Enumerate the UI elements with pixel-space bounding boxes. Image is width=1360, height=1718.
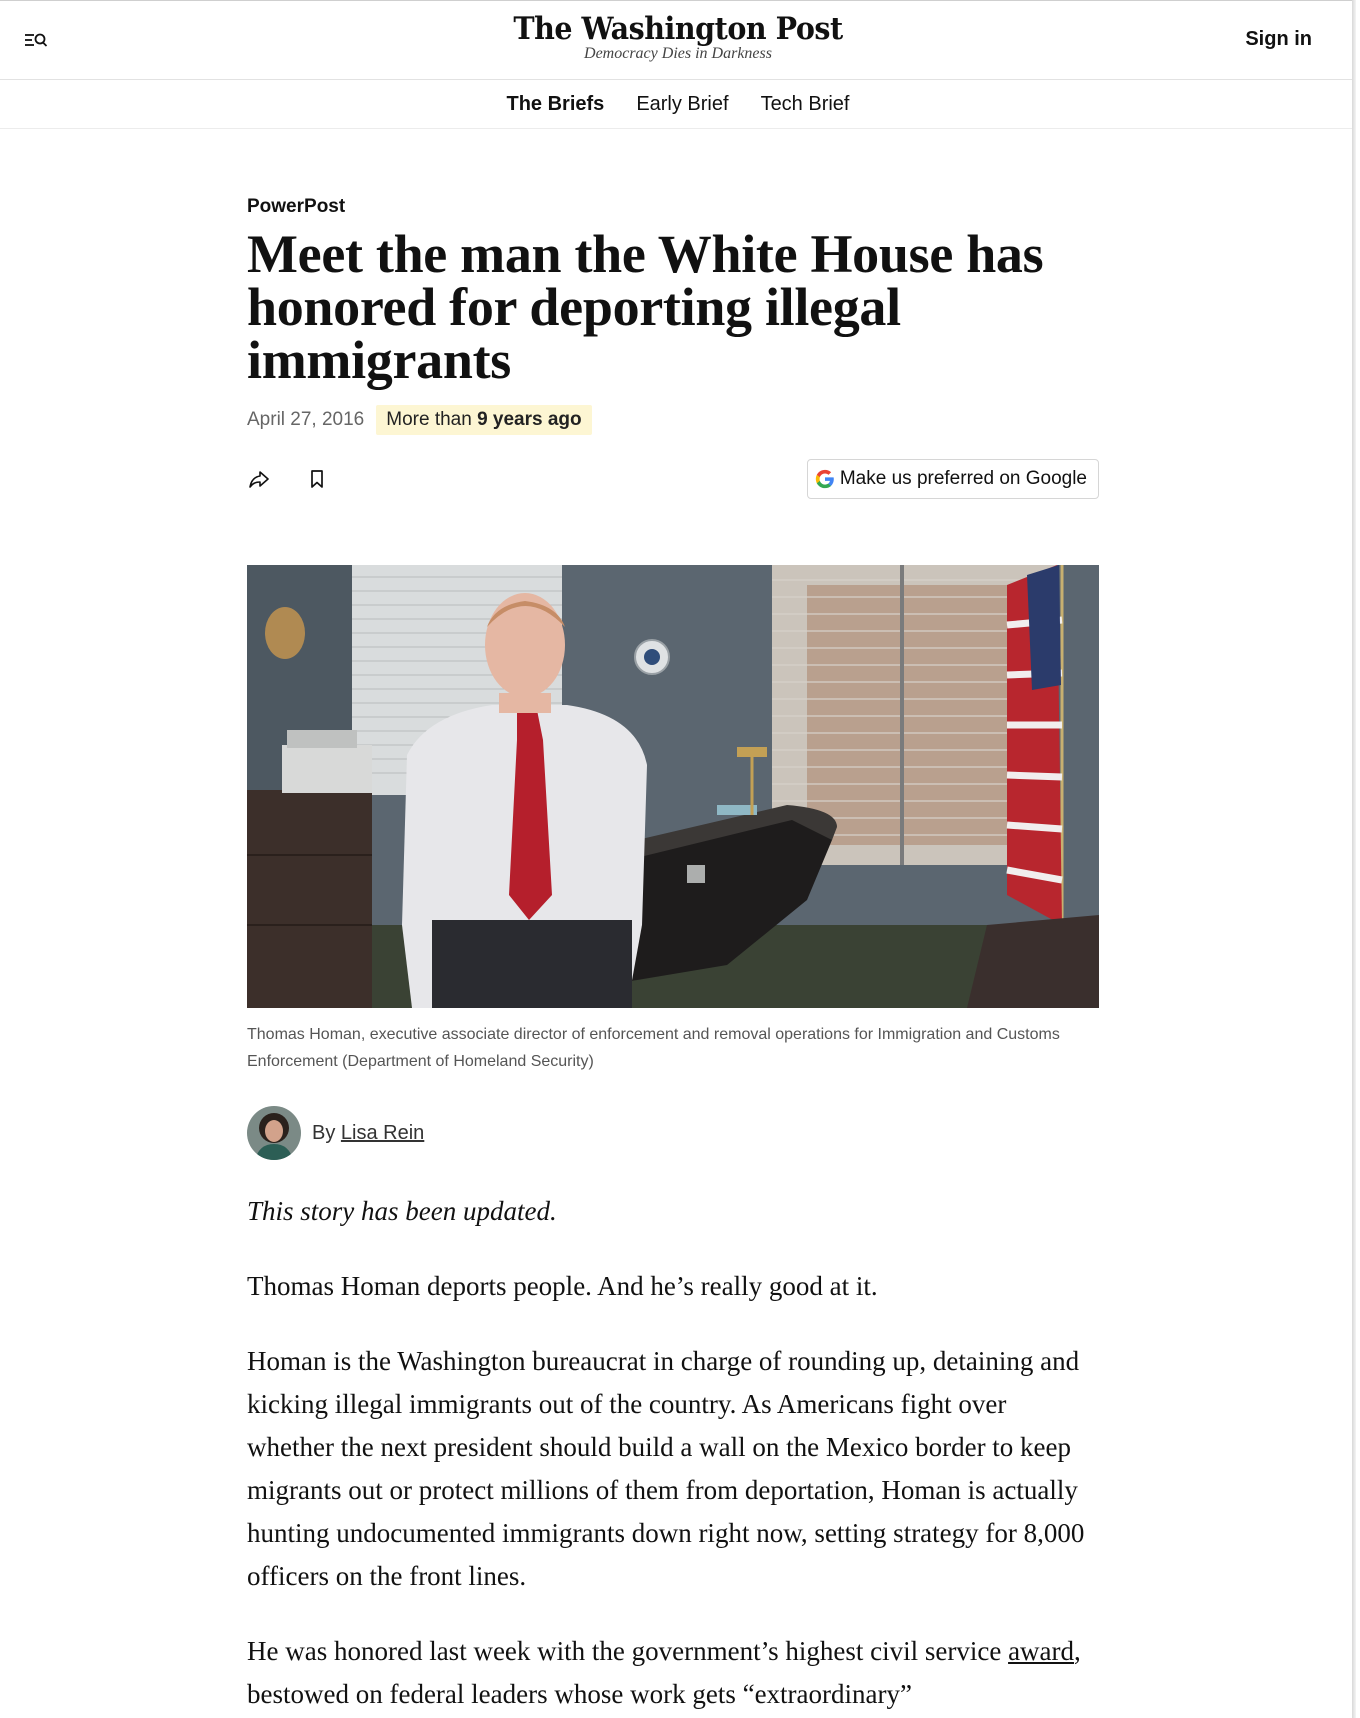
page: The Washington Post Democracy Dies in Da… bbox=[0, 0, 1356, 1718]
google-preferred-label: Make us preferred on Google bbox=[839, 468, 1087, 489]
article-meta: April 27, 2016 More than 9 years ago bbox=[247, 404, 1099, 436]
article-actions: Make us preferred on Google bbox=[247, 459, 1099, 499]
section-kicker[interactable]: PowerPost bbox=[247, 196, 1099, 218]
logo-wordmark: The Washington Post bbox=[513, 11, 843, 47]
byline-text: By Lisa Rein bbox=[312, 1122, 424, 1145]
body-paragraph-3: He was honored last week with the govern… bbox=[247, 1630, 1099, 1716]
update-note: This story has been updated. bbox=[247, 1196, 557, 1226]
logo[interactable]: The Washington Post Democracy Dies in Da… bbox=[0, 11, 1356, 63]
tagline: Democracy Dies in Darkness bbox=[584, 45, 772, 62]
briefs-subnav: The Briefs Early Brief Tech Brief bbox=[0, 80, 1356, 129]
google-g-icon bbox=[815, 469, 834, 489]
body-paragraph-2: Homan is the Washington bureaucrat in ch… bbox=[247, 1346, 1085, 1591]
photo-caption: Thomas Homan, executive associate direct… bbox=[247, 1026, 1060, 1070]
author-avatar-image bbox=[247, 1106, 301, 1160]
author-avatar[interactable] bbox=[247, 1106, 301, 1160]
subnav-item-the-briefs[interactable]: The Briefs bbox=[507, 93, 605, 116]
lead-photo bbox=[247, 565, 1099, 1008]
masthead: The Washington Post Democracy Dies in Da… bbox=[0, 1, 1356, 80]
article: PowerPost Meet the man the White House h… bbox=[247, 196, 1099, 1716]
publish-date: April 27, 2016 bbox=[247, 409, 365, 430]
sign-in-button[interactable]: Sign in bbox=[1245, 28, 1312, 51]
subnav-item-tech-brief[interactable]: Tech Brief bbox=[761, 93, 850, 116]
office-portrait-image bbox=[247, 565, 1099, 1008]
headline: Meet the man the White House has honored… bbox=[247, 224, 1044, 390]
age-prefix: More than bbox=[386, 409, 472, 430]
author-link[interactable]: Lisa Rein bbox=[341, 1122, 424, 1144]
subnav-item-early-brief[interactable]: Early Brief bbox=[636, 93, 728, 116]
google-preferred-button[interactable]: Make us preferred on Google bbox=[806, 459, 1099, 499]
age-value: 9 years ago bbox=[477, 409, 582, 430]
share-icon bbox=[249, 471, 269, 488]
article-age-badge: More than 9 years ago bbox=[376, 405, 592, 435]
bookmark-icon bbox=[311, 470, 323, 488]
award-link[interactable]: award bbox=[1008, 1636, 1074, 1666]
byline-prefix: By bbox=[312, 1121, 336, 1144]
window-edge bbox=[1352, 0, 1356, 1718]
bookmark-button[interactable] bbox=[305, 467, 329, 491]
body-paragraph-1: Thomas Homan deports people. And he’s re… bbox=[247, 1271, 878, 1301]
byline: By Lisa Rein bbox=[247, 1106, 1099, 1160]
share-button[interactable] bbox=[247, 467, 271, 491]
paragraph-3-lead: He was honored last week with the govern… bbox=[247, 1636, 1002, 1666]
